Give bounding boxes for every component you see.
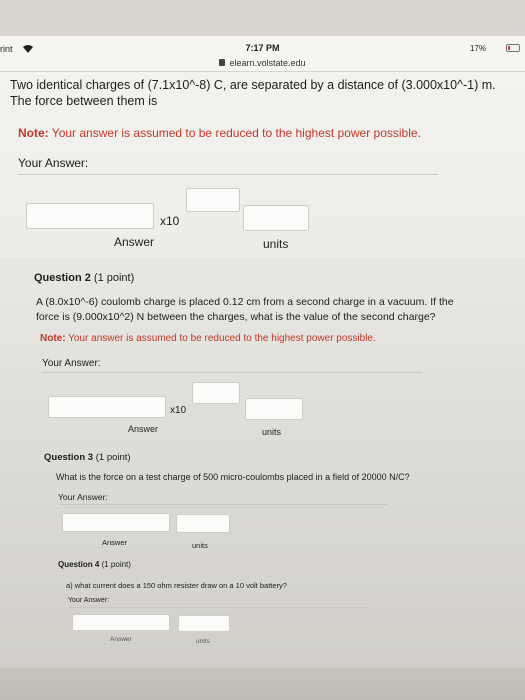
q2-note-label: Note: — [40, 333, 66, 344]
q3-text: What is the force on a test charge of 50… — [56, 472, 410, 482]
q1-your-answer: Your Answer: — [18, 156, 89, 170]
status-time: 7:17 PM — [245, 43, 280, 53]
lock-icon — [219, 59, 226, 66]
q4-answer-label: Answer — [110, 636, 132, 643]
q4-text: a) what current does a 150 ohm resister … — [66, 581, 287, 590]
q3-points: (1 point) — [95, 452, 131, 463]
q2-points: (1 point) — [93, 272, 135, 284]
q1-text-line2: The force between them is — [10, 94, 158, 108]
q2-note: Note: Your answer is assumed to be reduc… — [40, 333, 376, 344]
q2-your-answer: Your Answer: — [42, 358, 101, 369]
q4-points: (1 point) — [101, 560, 131, 569]
q1-note-text: Your answer is assumed to be reduced to … — [51, 126, 421, 140]
q1-note: Note: Your answer is assumed to be reduc… — [18, 126, 421, 140]
q2-x10-label: x10 — [170, 405, 187, 416]
q3-title: Question 3 — [44, 452, 94, 463]
q2-title: Question 2 — [34, 272, 91, 284]
q3-your-answer: Your Answer: — [58, 492, 108, 502]
q4-units-input[interactable] — [178, 615, 230, 632]
q4-divider — [68, 607, 368, 608]
q2-units-input[interactable] — [245, 398, 303, 420]
q2-answer-label: Answer — [128, 424, 159, 434]
q3-answer-input[interactable] — [62, 513, 170, 532]
q1-text-line1: Two identical charges of (7.1x10^-8) C, … — [10, 78, 496, 92]
q1-answer-input[interactable] — [26, 203, 154, 229]
address-bar[interactable]: elearn.volstate.edu — [0, 58, 525, 68]
q1-divider — [18, 174, 438, 175]
q1-units-label: units — [263, 237, 289, 251]
q2-answer-input[interactable] — [48, 396, 166, 418]
q1-x10-label: x10 — [160, 214, 180, 228]
battery-icon — [506, 44, 520, 52]
q4-header: Question 4 (1 point) — [58, 560, 131, 569]
url-text: elearn.volstate.edu — [229, 58, 306, 68]
battery-percent: 17% — [470, 44, 487, 53]
q3-divider — [58, 504, 388, 505]
q2-units-label: units — [262, 427, 282, 437]
q2-note-text: Your answer is assumed to be reduced to … — [68, 333, 376, 344]
q1-answer-label: Answer — [114, 235, 155, 249]
q4-your-answer: Your Answer: — [68, 597, 109, 604]
q2-text-line2: force is (9.000x10^2) N between the char… — [36, 311, 436, 323]
device-bezel-bottom — [0, 668, 525, 700]
q2-exponent-input[interactable] — [192, 382, 240, 404]
q1-exponent-input[interactable] — [186, 188, 240, 212]
q3-units-input[interactable] — [176, 514, 230, 533]
q1-units-input[interactable] — [243, 205, 309, 231]
q3-units-label: units — [192, 541, 208, 550]
q1-note-label: Note: — [18, 126, 49, 140]
q3-answer-label: Answer — [102, 538, 128, 547]
q4-units-label: units — [196, 638, 210, 645]
q3-header: Question 3 (1 point) — [44, 452, 131, 463]
q2-header: Question 2 (1 point) — [34, 272, 134, 284]
q4-answer-input[interactable] — [72, 614, 170, 631]
q2-text-line1: A (8.0x10^-6) coulomb charge is placed 0… — [36, 296, 454, 308]
q2-divider — [42, 372, 422, 373]
q4-title: Question 4 — [58, 560, 100, 569]
